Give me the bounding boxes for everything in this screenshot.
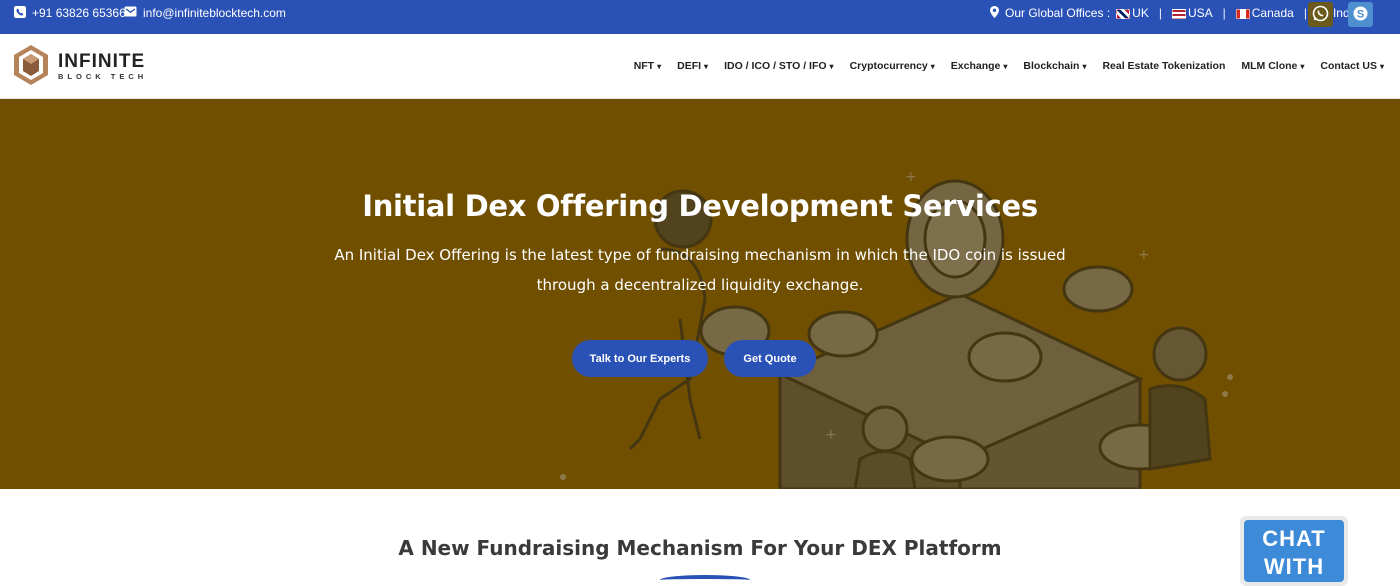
caret-down-icon: ▾ — [704, 61, 709, 71]
hero-description: An Initial Dex Offering is the latest ty… — [334, 246, 1066, 294]
nav-item-mlm-clone[interactable]: MLM Clone ▾ — [1233, 60, 1312, 72]
top-contact-bar: +91 63826 65366 info@infiniteblocktech.c… — [0, 0, 1400, 34]
section-heading: A New Fundraising Mechanism For Your DEX… — [398, 536, 1002, 560]
section-heading-decoration — [660, 575, 750, 585]
nav-item-ido-ico-sto-ifo[interactable]: IDO / ICO / STO / IFO ▾ — [716, 60, 842, 72]
uk-flag-icon — [1116, 8, 1131, 19]
chat-widget[interactable]: CHAT WITH — [1240, 516, 1348, 586]
email-address[interactable]: info@infiniteblocktech.com — [143, 6, 286, 20]
skype-button[interactable]: S — [1348, 2, 1373, 27]
phone-contact[interactable]: +91 63826 65366 — [14, 0, 126, 26]
site-logo[interactable]: INFINITE BLOCK TECH — [12, 44, 172, 89]
offices-label: Our Global Offices : — [1005, 6, 1111, 20]
chat-widget-label[interactable]: CHAT WITH — [1244, 520, 1344, 582]
email-icon — [124, 6, 137, 20]
nav-item-contact-us[interactable]: Contact US ▾ — [1312, 60, 1392, 72]
usa-flag-icon — [1171, 8, 1186, 19]
nav-item-cryptocurrency[interactable]: Cryptocurrency ▾ — [842, 60, 943, 72]
nav-item-real-estate-tokenization[interactable]: Real Estate Tokenization — [1094, 60, 1233, 72]
svg-text:S: S — [1357, 8, 1364, 20]
hexagon-logo-icon — [12, 44, 50, 90]
office-uk[interactable]: UK — [1116, 6, 1149, 20]
svg-text:+: + — [825, 427, 837, 443]
caret-down-icon: ▾ — [1082, 61, 1087, 71]
hero-title: Initial Dex Offering Development Service… — [362, 189, 1038, 223]
phone-number[interactable]: +91 63826 65366 — [32, 6, 126, 20]
svg-text:+: + — [905, 169, 917, 185]
talk-to-experts-button[interactable]: Talk to Our Experts — [572, 340, 708, 377]
nav-item-nft[interactable]: NFT ▾ — [626, 60, 669, 72]
office-usa[interactable]: USA — [1171, 6, 1213, 20]
hero-banner: + + + Initial Dex Offering Development S… — [0, 99, 1400, 489]
global-offices: Our Global Offices : UK | USA | Canada |… — [990, 0, 1359, 26]
location-pin-icon — [990, 5, 999, 21]
caret-down-icon: ▾ — [1003, 61, 1008, 71]
nav-item-blockchain[interactable]: Blockchain ▾ — [1015, 60, 1094, 72]
svg-text:+: + — [1138, 247, 1150, 263]
caret-down-icon: ▾ — [1300, 61, 1305, 71]
caret-down-icon: ▾ — [829, 61, 834, 71]
nav-item-defi[interactable]: DEFI ▾ — [669, 60, 716, 72]
get-quote-button[interactable]: Get Quote — [724, 340, 816, 377]
nav-item-exchange[interactable]: Exchange ▾ — [943, 60, 1016, 72]
caret-down-icon: ▾ — [1379, 61, 1384, 71]
email-contact[interactable]: info@infiniteblocktech.com — [124, 0, 286, 26]
primary-menu: NFT ▾ DEFI ▾ IDO / ICO / STO / IFO ▾ Crypto… — [626, 34, 1392, 98]
whatsapp-button[interactable] — [1308, 2, 1333, 27]
brand-name: INFINITE — [58, 51, 146, 73]
caret-down-icon: ▾ — [657, 61, 662, 71]
caret-down-icon: ▾ — [930, 61, 935, 71]
phone-icon — [14, 5, 26, 21]
office-canada[interactable]: Canada — [1235, 6, 1294, 20]
brand-tagline: BLOCK TECH — [58, 72, 148, 82]
canada-flag-icon — [1235, 8, 1250, 19]
whatsapp-icon — [1312, 5, 1329, 25]
skype-icon: S — [1352, 5, 1369, 25]
main-navbar: INFINITE BLOCK TECH NFT ▾ DEFI ▾ IDO / ICO… — [0, 34, 1400, 99]
